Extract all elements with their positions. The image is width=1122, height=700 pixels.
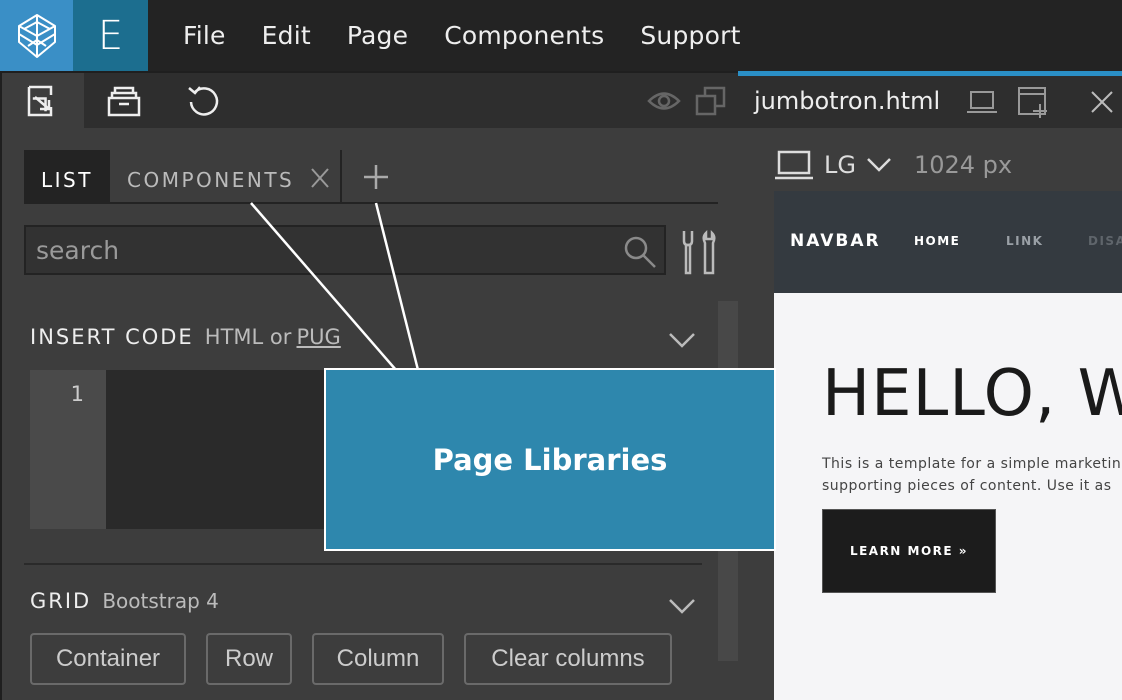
nav-link[interactable]: LINK	[1006, 234, 1043, 248]
file-name: jumbotron.html	[754, 87, 941, 115]
menu-file[interactable]: File	[165, 21, 244, 50]
refresh-icon	[188, 85, 219, 116]
chevron-down-icon[interactable]	[668, 331, 696, 349]
clear-columns-button[interactable]: Clear columns	[464, 633, 672, 685]
section-divider	[24, 563, 702, 565]
device-size: LG	[824, 151, 856, 179]
library-button[interactable]	[84, 73, 164, 128]
insert-code-header[interactable]: INSERT CODE HTML or PUG	[30, 325, 710, 355]
logo-letter: E	[97, 12, 124, 59]
close-icon[interactable]	[1090, 90, 1114, 114]
plus-icon	[364, 165, 388, 189]
chevron-down-icon[interactable]	[668, 597, 696, 615]
hero-text: This is a template for a simple marketin…	[822, 453, 1122, 497]
hero-title: HELLO, W	[822, 357, 1122, 431]
line-number: 1	[70, 382, 84, 406]
nav-home[interactable]: HOME	[914, 234, 960, 248]
tab-components-label: COMPONENTS	[127, 168, 295, 192]
tab-components[interactable]: COMPONENTS	[110, 150, 342, 204]
menu-edit[interactable]: Edit	[244, 21, 329, 50]
learn-more-button[interactable]: LEARN MORE »	[822, 509, 996, 593]
callout-box: Page Libraries	[324, 368, 776, 551]
chevron-down-icon	[867, 158, 891, 172]
import-icon	[27, 85, 53, 116]
site-navbar: NAVBAR HOME LINK DISA	[774, 191, 1122, 293]
window-icon	[695, 86, 726, 115]
panel-tabs: LIST COMPONENTS	[24, 150, 718, 204]
main-menu: File Edit Page Components Support	[165, 0, 759, 71]
add-library-button[interactable]	[360, 150, 392, 204]
file-tab[interactable]: jumbotron.html	[738, 76, 1122, 128]
preview-panel: jumbotron.html LG 1024 px NAVBAR HOME LI…	[738, 71, 1122, 700]
search-icon[interactable]	[622, 234, 658, 270]
container-button[interactable]: Container	[30, 633, 186, 685]
grid-header[interactable]: GRID Bootstrap 4	[30, 589, 710, 619]
hero-text-line: This is a template for a simple marketin	[822, 456, 1122, 472]
app-logo-e[interactable]: E	[73, 0, 148, 71]
search-input[interactable]	[36, 227, 616, 273]
pug-link[interactable]: PUG	[297, 325, 341, 349]
close-icon[interactable]	[310, 167, 330, 189]
laptop-icon	[775, 150, 813, 180]
library-icon	[107, 86, 141, 116]
callout-text: Page Libraries	[432, 442, 668, 477]
tab-list-label: LIST	[41, 168, 93, 192]
insert-code-title: INSERT CODE	[30, 325, 194, 349]
tab-list[interactable]: LIST	[24, 150, 110, 204]
column-button[interactable]: Column	[312, 633, 444, 685]
menu-support[interactable]: Support	[622, 21, 758, 50]
new-window-icon[interactable]	[1016, 84, 1052, 120]
top-menu-bar: E File Edit Page Components Support	[0, 0, 1122, 71]
tools-icon[interactable]	[678, 229, 724, 275]
page-preview[interactable]: NAVBAR HOME LINK DISA HELLO, W This is a…	[774, 191, 1122, 700]
menu-components[interactable]: Components	[426, 21, 622, 50]
refresh-button[interactable]	[164, 73, 244, 128]
site-brand[interactable]: NAVBAR	[790, 231, 881, 251]
grid-subtitle: Bootstrap 4	[102, 589, 219, 613]
line-gutter: 1	[30, 370, 106, 529]
device-selector[interactable]: LG 1024 px	[774, 145, 1012, 185]
preview-toggle[interactable]	[642, 73, 686, 128]
grid-title: GRID	[30, 589, 92, 613]
detach-window-button[interactable]	[686, 73, 736, 128]
pinegrow-logo-icon[interactable]	[0, 0, 73, 71]
device-width: 1024 px	[913, 151, 1013, 179]
nav-disabled: DISA	[1088, 234, 1122, 248]
menu-page[interactable]: Page	[329, 21, 426, 50]
search-box	[24, 225, 666, 275]
panel-toolbar	[2, 73, 738, 128]
eye-icon	[647, 91, 681, 110]
import-button[interactable]	[2, 73, 84, 128]
row-button[interactable]: Row	[206, 633, 292, 685]
laptop-icon[interactable]	[966, 88, 998, 116]
hero-text-line: supporting pieces of content. Use it as	[822, 478, 1112, 494]
insert-code-subtitle: HTML or	[204, 325, 292, 349]
